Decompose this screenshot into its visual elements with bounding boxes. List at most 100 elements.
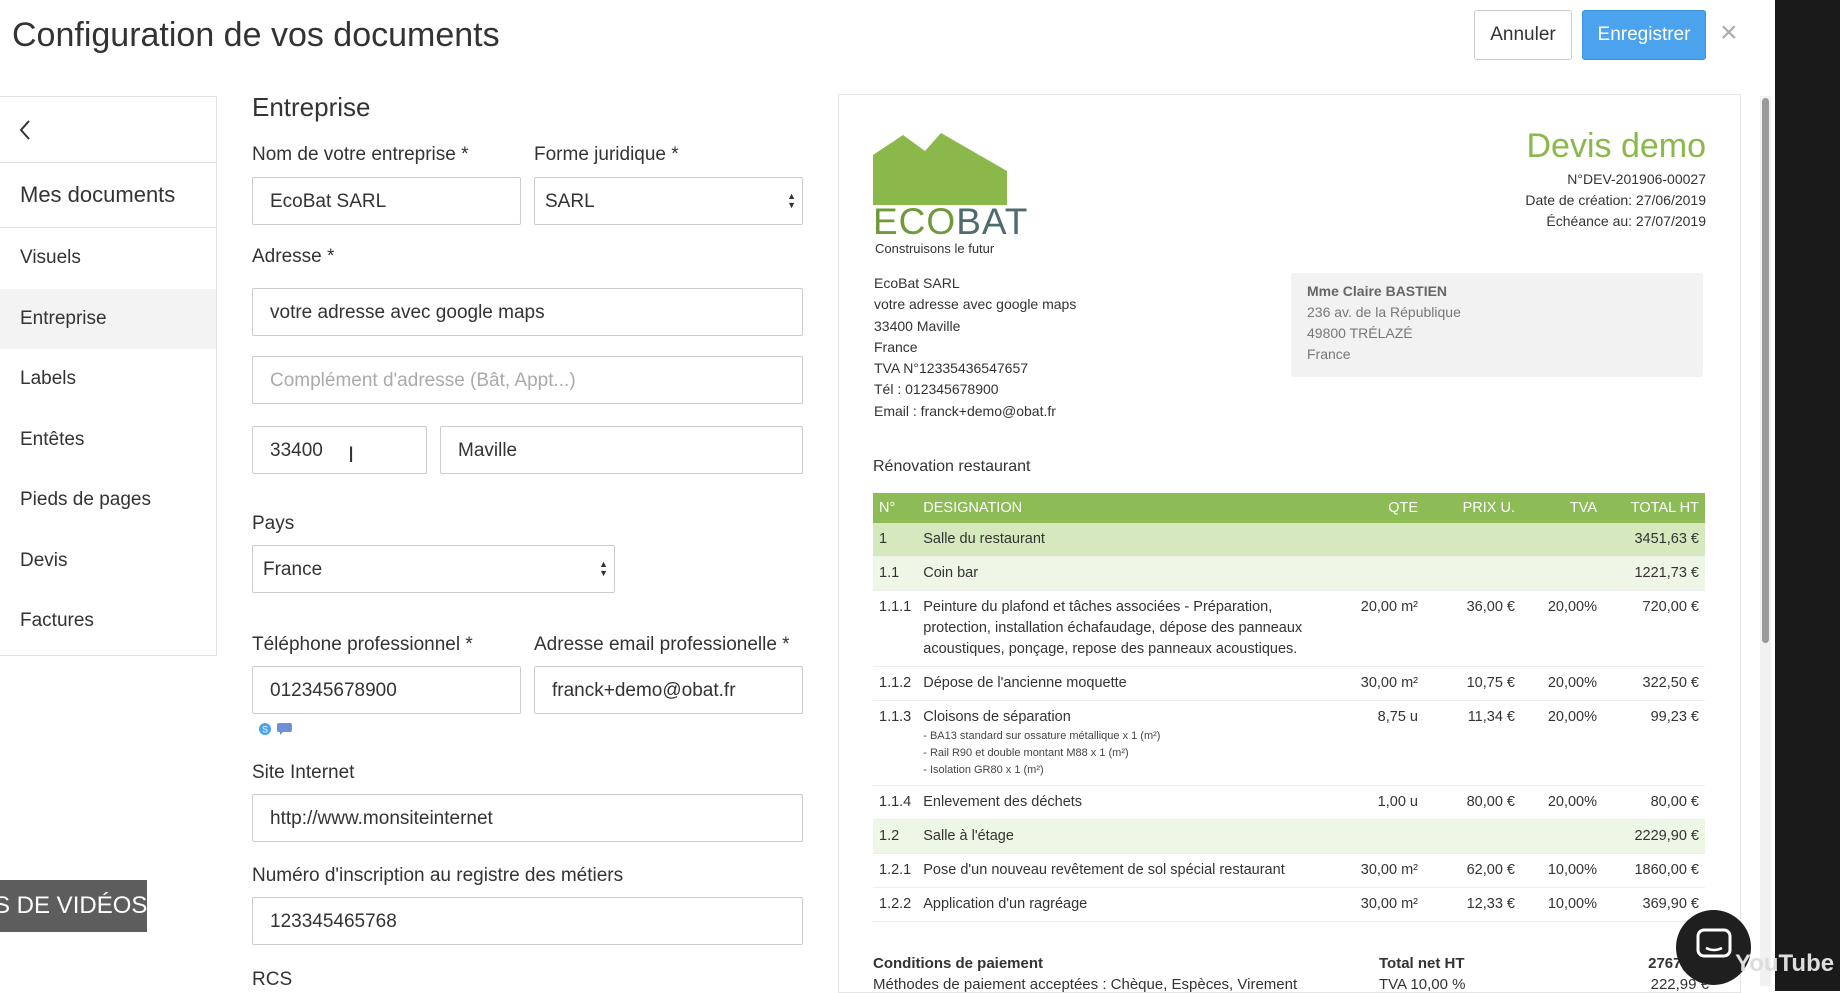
row-vat: [1521, 523, 1603, 557]
sidebar-item-entetes[interactable]: Entêtes: [0, 410, 216, 471]
row-total: 2229,90 €: [1603, 819, 1705, 854]
company-name-input[interactable]: EcoBat SARL: [252, 177, 521, 225]
document-preview: ECOBAT Construisons le futur Devis demo …: [838, 94, 1741, 993]
row-number: 1.1.4: [873, 785, 918, 820]
logo-word-suffix: BAT: [956, 201, 1029, 242]
row-unit-price: [1424, 523, 1521, 557]
save-button[interactable]: Enregistrer: [1582, 10, 1706, 60]
back-button[interactable]: [0, 97, 216, 163]
row-total: 80,00 €: [1603, 785, 1705, 820]
sender-line: TVA N°12335436547657: [874, 360, 1029, 377]
row-vat: [1521, 556, 1603, 591]
row-designation: Salle à l'étage: [917, 819, 1337, 854]
scrollbar-thumb[interactable]: [1762, 98, 1769, 643]
row-designation: Peinture du plafond et tâches associées …: [917, 590, 1337, 667]
row-designation: Dépose de l'ancienne moquette: [917, 666, 1337, 701]
row-total: 322,50 €: [1603, 666, 1705, 701]
sidebar-item-entreprise[interactable]: Entreprise: [0, 288, 216, 349]
phone-input[interactable]: 012345678900: [252, 666, 521, 714]
legal-form-select[interactable]: SARL ▲ ▼: [534, 177, 803, 225]
email-input[interactable]: franck+demo@obat.fr: [534, 666, 803, 714]
table-row: 1.2 Salle à l'étage 2229,90 €: [873, 819, 1705, 854]
row-total: 1221,73 €: [1603, 556, 1705, 591]
registry-input[interactable]: 123345465768: [252, 897, 803, 945]
tva-label: TVA 10,00 %: [1379, 976, 1466, 993]
row-number: 1.2.1: [873, 853, 918, 888]
select-arrows-icon: ▲ ▼: [787, 191, 796, 210]
table-row: 1.2.1 Pose d'un nouveau revêtement de so…: [873, 853, 1705, 888]
due-date: Échéance au: 27/07/2019: [1546, 213, 1706, 229]
table-row: 1.1 Coin bar 1221,73 €: [873, 556, 1705, 591]
row-number: 1.1.3: [873, 700, 918, 786]
close-icon[interactable]: ×: [1720, 18, 1738, 48]
row-number: 1.1.1: [873, 590, 918, 667]
row-qty: 20,00 m²: [1337, 590, 1424, 667]
sidebar-heading: Mes documents: [0, 163, 216, 228]
col-unit-price: PRIX U.: [1424, 493, 1521, 523]
table-row: 1.2.2 Application d'un ragréage 30,00 m²…: [873, 887, 1705, 922]
website-input[interactable]: http://www.monsiteinternet: [252, 794, 803, 842]
row-unit-price: [1424, 819, 1521, 854]
logo-tagline: Construisons le futur: [875, 241, 995, 256]
row-vat: 20,00%: [1521, 785, 1603, 820]
row-sub-item: - BA13 standard sur ossature métallique …: [923, 730, 1161, 742]
cancel-button[interactable]: Annuler: [1474, 10, 1572, 60]
row-vat: 10,00%: [1521, 853, 1603, 888]
skype-icon[interactable]: S: [258, 722, 272, 736]
city-input[interactable]: Maville: [440, 426, 803, 474]
document-title: Devis demo: [1526, 127, 1706, 165]
address-label: Adresse *: [252, 246, 335, 267]
video-banner[interactable]: S DE VIDÉOS: [0, 880, 147, 932]
country-select[interactable]: France ▲ ▼: [252, 545, 615, 593]
row-designation: Enlevement des déchets: [917, 785, 1337, 820]
row-designation: Cloisons de séparation: [923, 709, 1071, 725]
row-qty: 1,00 u: [1337, 785, 1424, 820]
total-net-label: Total net HT: [1379, 955, 1465, 972]
sidebar-item-labels[interactable]: Labels: [0, 349, 216, 410]
client-line: 49800 TRÉLAZÉ: [1307, 325, 1413, 341]
quote-table-header: N° DESIGNATION QTE PRIX U. TVA TOTAL HT: [873, 493, 1705, 523]
row-unit-price: 12,33 €: [1424, 887, 1521, 922]
top-bar: Configuration de vos documents Annuler E…: [0, 0, 1775, 74]
row-total: 3451,63 €: [1603, 523, 1705, 557]
table-row: 1.1.4 Enlevement des déchets 1,00 u 80,0…: [873, 785, 1705, 820]
sidebar-item-devis[interactable]: Devis: [0, 531, 216, 592]
sidebar-item-pieds-de-pages[interactable]: Pieds de pages: [0, 470, 216, 531]
row-total: 720,00 €: [1603, 590, 1705, 667]
chevron-left-icon: [19, 120, 30, 140]
registry-label: Numéro d'inscription au registre des mét…: [252, 865, 624, 886]
zip-input[interactable]: 33400: [252, 426, 427, 474]
company-name-label: Nom de votre entreprise *: [252, 144, 469, 165]
address-complement-input[interactable]: Complément d'adresse (Bât, Appt...): [252, 356, 803, 404]
select-arrows-icon: ▲ ▼: [599, 559, 608, 578]
country-label: Pays: [252, 513, 295, 534]
payment-title: Conditions de paiement: [873, 955, 1044, 972]
sender-block: EcoBat SARL votre adresse avec google ma…: [874, 273, 1076, 422]
svg-text:S: S: [262, 725, 268, 735]
rcs-label: RCS: [252, 969, 293, 990]
sidebar: Mes documents Visuels Entreprise Labels …: [0, 96, 217, 656]
sender-line: Tél : 012345678900: [874, 381, 999, 398]
sidebar-item-visuels[interactable]: Visuels: [0, 228, 216, 289]
sidebar-item-factures[interactable]: Factures: [0, 591, 216, 652]
row-number: 1.2.2: [873, 887, 918, 922]
payment-methods: Méthodes de paiement acceptées : Chèque,…: [873, 976, 1298, 993]
col-qty: QTE: [1337, 493, 1424, 523]
row-qty: [1337, 556, 1424, 591]
messaging-icons: S: [258, 722, 294, 741]
table-row: 1 Salle du restaurant 3451,63 €: [873, 523, 1705, 557]
row-unit-price: 80,00 €: [1424, 785, 1521, 820]
ecobat-logo-icon: [873, 133, 1007, 205]
address-input[interactable]: votre adresse avec google maps: [252, 288, 803, 336]
message-icon[interactable]: [276, 722, 294, 736]
row-sub-item: - Isolation GR80 x 1 (m²): [923, 764, 1044, 776]
legal-form-value: SARL: [545, 191, 595, 212]
row-number: 1.1: [873, 556, 918, 591]
document-meta: N°DEV-201906-00027 Date de création: 27/…: [1525, 169, 1706, 232]
row-number: 1.2: [873, 819, 918, 854]
row-vat: 20,00%: [1521, 666, 1603, 701]
sender-line: France: [874, 338, 918, 355]
row-vat: 20,00%: [1521, 590, 1603, 667]
email-label: Adresse email professionelle *: [534, 634, 790, 655]
row-unit-price: [1424, 556, 1521, 591]
